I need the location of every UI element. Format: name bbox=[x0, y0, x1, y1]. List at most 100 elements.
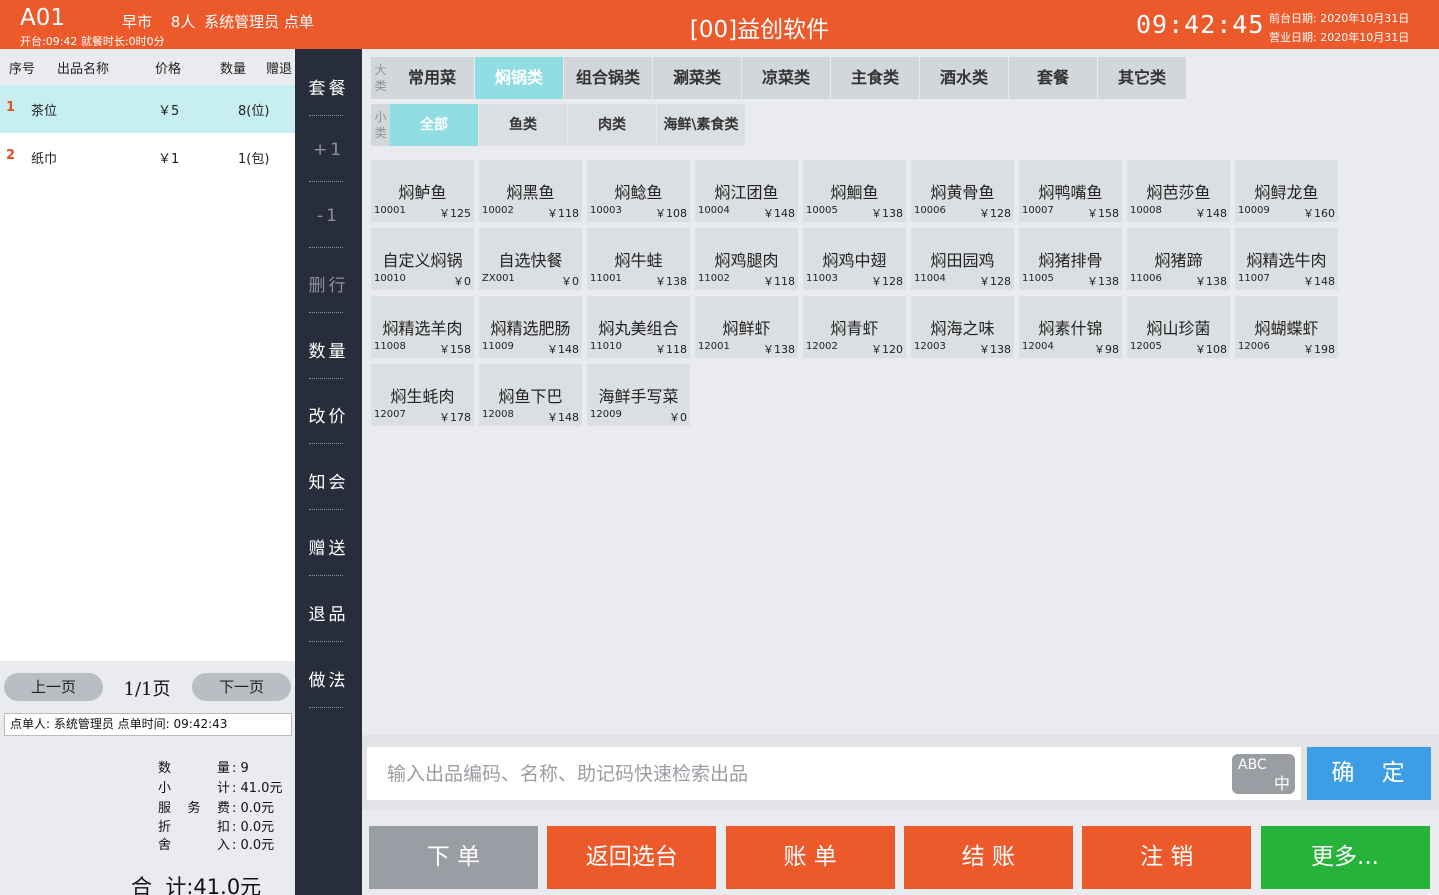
dish-tile[interactable]: 焖丸美组合 11010 ￥118 bbox=[587, 296, 690, 358]
dish-search-input[interactable] bbox=[367, 747, 1301, 800]
dish-price: ￥128 bbox=[979, 275, 1011, 288]
dish-tile[interactable]: 焖江团鱼 10004 ￥148 bbox=[695, 160, 798, 222]
col-price: 价格 bbox=[155, 62, 182, 77]
summary-rounding: 舍入: 0.0元 bbox=[158, 838, 275, 853]
next-page-button[interactable]: 下一页 bbox=[192, 673, 291, 701]
big-category-tab[interactable]: 其它类 bbox=[1098, 57, 1186, 99]
dish-tile[interactable]: 焖牛蛙 11001 ￥138 bbox=[587, 228, 690, 290]
side-action-button[interactable]: 改价 bbox=[295, 402, 362, 427]
dish-tile[interactable]: 焖猪蹄 11006 ￥138 bbox=[1127, 228, 1230, 290]
dish-tile[interactable]: 自选快餐 ZX001 ￥0 bbox=[479, 228, 582, 290]
small-category-tab[interactable]: 鱼类 bbox=[479, 104, 567, 146]
bottom-action-button[interactable]: 账 单 bbox=[725, 826, 895, 889]
top-header-bar: A01 早市 8人 系统管理员 点单 开台:09:42 就餐时长:0时0分 [0… bbox=[0, 0, 1439, 49]
dish-tile[interactable]: 焖精选牛肉 11007 ￥148 bbox=[1235, 228, 1338, 290]
dish-code: 11009 bbox=[482, 341, 514, 352]
side-action-divider bbox=[309, 378, 343, 379]
dish-code: 12009 bbox=[590, 409, 622, 420]
bottom-action-button[interactable]: 更多... bbox=[1260, 826, 1430, 889]
small-category-tab[interactable]: 全部 bbox=[390, 104, 478, 146]
order-total: 合 计:41.0元 bbox=[131, 875, 262, 895]
dish-tile[interactable]: 焖黄骨鱼 10006 ￥128 bbox=[911, 160, 1014, 222]
dish-tile[interactable]: 焖鸡腿肉 11002 ￥118 bbox=[695, 228, 798, 290]
dish-name: 焖生蚝肉 bbox=[390, 387, 455, 406]
dish-tile[interactable]: 焖素什锦 12004 ￥98 bbox=[1019, 296, 1122, 358]
bottom-action-button[interactable]: 下 单 bbox=[369, 826, 538, 889]
dish-price: ￥118 bbox=[547, 207, 579, 220]
dish-tile[interactable]: 焖鮰鱼 10005 ￥138 bbox=[803, 160, 906, 222]
dish-tile[interactable]: 焖精选羊肉 11008 ￥158 bbox=[371, 296, 474, 358]
big-category-tab[interactable]: 主食类 bbox=[831, 57, 919, 99]
order-row[interactable]: 2 纸巾 ￥1 1(包) bbox=[0, 133, 295, 181]
side-action-button[interactable]: 知会 bbox=[295, 468, 362, 493]
dish-name: 焖蝴蝶虾 bbox=[1254, 319, 1319, 338]
dish-code: 11007 bbox=[1238, 273, 1270, 284]
dish-tile[interactable]: 自定义焖锅 10010 ￥0 bbox=[371, 228, 474, 290]
side-action-divider bbox=[309, 575, 343, 576]
big-category-tab[interactable]: 常用菜 bbox=[390, 57, 474, 99]
side-action-divider bbox=[309, 312, 343, 313]
ime-toggle-button[interactable]: ABC 中 bbox=[1232, 754, 1295, 794]
confirm-button[interactable]: 确 定 bbox=[1307, 747, 1431, 800]
dish-name: 焖江团鱼 bbox=[714, 183, 779, 202]
dish-tile[interactable]: 焖鲟龙鱼 10009 ￥160 bbox=[1235, 160, 1338, 222]
dish-name: 焖精选肥肠 bbox=[490, 319, 571, 338]
dish-name: 自定义焖锅 bbox=[382, 251, 463, 270]
dish-price: ￥158 bbox=[1087, 207, 1119, 220]
big-category-tab[interactable]: 酒水类 bbox=[920, 57, 1008, 99]
side-action-button[interactable]: 删行 bbox=[295, 271, 362, 296]
bottom-action-button[interactable]: 注 销 bbox=[1082, 826, 1252, 889]
dish-tile[interactable]: 焖田园鸡 11004 ￥128 bbox=[911, 228, 1014, 290]
side-action-button[interactable]: -1 bbox=[295, 206, 362, 226]
dish-code: 10001 bbox=[374, 205, 406, 216]
dish-tile[interactable]: 焖猪排骨 11005 ￥138 bbox=[1019, 228, 1122, 290]
side-action-button[interactable]: +1 bbox=[295, 140, 362, 160]
side-action-button[interactable]: 数量 bbox=[295, 337, 362, 362]
dish-tile[interactable]: 焖鸭嘴鱼 10007 ￥158 bbox=[1019, 160, 1122, 222]
dish-tile[interactable]: 焖海之味 12003 ￥138 bbox=[911, 296, 1014, 358]
dish-tile[interactable]: 焖芭莎鱼 10008 ￥148 bbox=[1127, 160, 1230, 222]
dish-tile[interactable]: 焖山珍菌 12005 ￥108 bbox=[1127, 296, 1230, 358]
dish-price: ￥128 bbox=[979, 207, 1011, 220]
dish-tile[interactable]: 焖黑鱼 10002 ￥118 bbox=[479, 160, 582, 222]
dish-tile[interactable]: 焖生蚝肉 12007 ￥178 bbox=[371, 364, 474, 426]
dish-price: ￥125 bbox=[439, 207, 471, 220]
big-category-tab[interactable]: 涮菜类 bbox=[653, 57, 741, 99]
side-action-button[interactable]: 退品 bbox=[295, 600, 362, 625]
dish-price: ￥138 bbox=[763, 343, 795, 356]
dish-tile[interactable]: 海鲜手写菜 12009 ￥0 bbox=[587, 364, 690, 426]
dish-tile[interactable]: 焖精选肥肠 11009 ￥148 bbox=[479, 296, 582, 358]
dish-tile[interactable]: 焖鲈鱼 10001 ￥125 bbox=[371, 160, 474, 222]
big-category-tab[interactable]: 组合锅类 bbox=[564, 57, 652, 99]
dish-price: ￥148 bbox=[763, 207, 795, 220]
dish-name: 焖田园鸡 bbox=[930, 251, 995, 270]
dish-tile[interactable]: 焖鲶鱼 10003 ￥108 bbox=[587, 160, 690, 222]
summary-subtotal: 小计: 41.0元 bbox=[158, 781, 283, 796]
dish-price: ￥98 bbox=[1094, 343, 1119, 356]
big-category-tab[interactable]: 凉菜类 bbox=[742, 57, 830, 99]
dish-name: 焖鲟龙鱼 bbox=[1254, 183, 1319, 202]
bottom-action-button[interactable]: 结 账 bbox=[903, 826, 1073, 889]
dish-tile[interactable]: 焖鲜虾 12001 ￥138 bbox=[695, 296, 798, 358]
dish-tile[interactable]: 焖鸡中翅 11003 ￥128 bbox=[803, 228, 906, 290]
side-action-button[interactable]: 做法 bbox=[295, 666, 362, 691]
small-category-tab[interactable]: 肉类 bbox=[568, 104, 656, 146]
side-action-button[interactable]: 赠送 bbox=[295, 534, 362, 559]
prev-page-button[interactable]: 上一页 bbox=[4, 673, 103, 701]
side-action-bar: 套餐 +1 -1 删行数量改价知会赠送退品做法 bbox=[295, 49, 362, 895]
dish-tile[interactable]: 焖鱼下巴 12008 ￥148 bbox=[479, 364, 582, 426]
big-category-tab[interactable]: 套餐 bbox=[1009, 57, 1097, 99]
dish-price: ￥128 bbox=[871, 275, 903, 288]
side-action-button[interactable]: 套餐 bbox=[295, 74, 362, 99]
pos-ordering-screen: A01 早市 8人 系统管理员 点单 开台:09:42 就餐时长:0时0分 [0… bbox=[0, 0, 1439, 895]
dish-tile[interactable]: 焖青虾 12002 ￥120 bbox=[803, 296, 906, 358]
row-qty: 8(位) bbox=[238, 104, 270, 119]
dish-tile[interactable]: 焖蝴蝶虾 12006 ￥198 bbox=[1235, 296, 1338, 358]
big-category-tab[interactable]: 焖锅类 bbox=[475, 57, 563, 99]
dish-code: 10002 bbox=[482, 205, 514, 216]
order-row[interactable]: 1 茶位 ￥5 8(位) bbox=[0, 85, 295, 133]
dish-name: 焖素什锦 bbox=[1038, 319, 1103, 338]
small-category-tab[interactable]: 海鲜\素食类 bbox=[657, 104, 745, 146]
bottom-action-button[interactable]: 返回选台 bbox=[547, 826, 717, 889]
dish-name: 焖芭莎鱼 bbox=[1146, 183, 1211, 202]
